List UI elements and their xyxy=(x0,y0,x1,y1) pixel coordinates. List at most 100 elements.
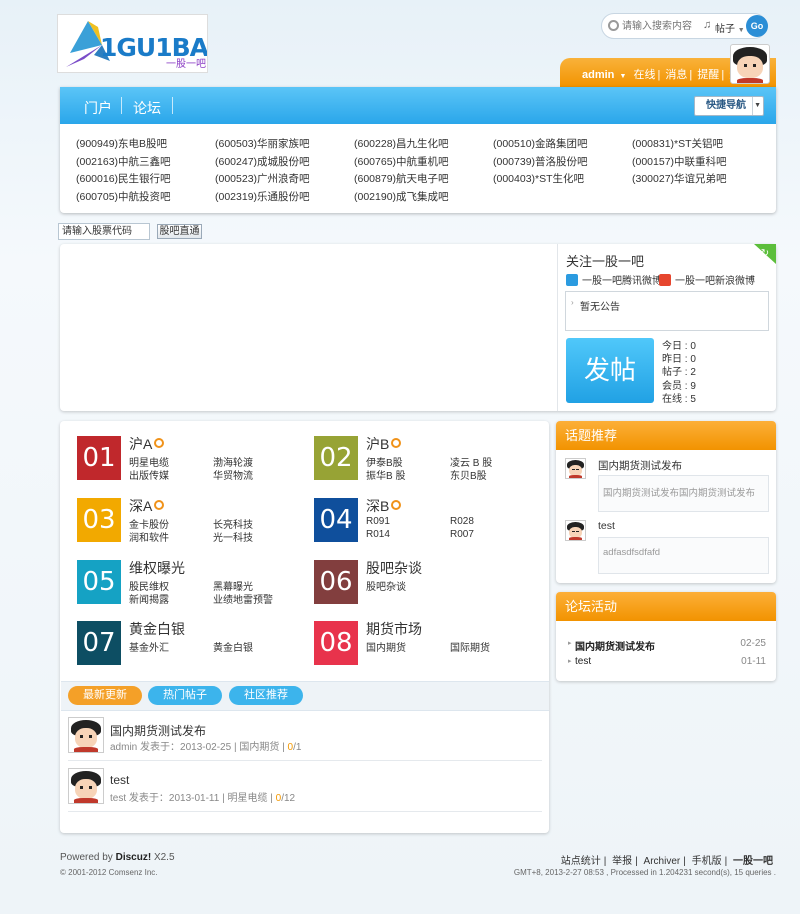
subforum-link[interactable]: 国际期货 xyxy=(450,639,490,654)
stock-bar-link[interactable]: (900949)东电B股吧 xyxy=(76,136,167,151)
forum-name-link[interactable]: 深A xyxy=(129,496,165,516)
user-avatar[interactable] xyxy=(730,44,770,84)
subforum-link[interactable]: 股吧杂谈 xyxy=(366,578,406,593)
forum-name-link[interactable]: 黄金白银 xyxy=(129,619,185,639)
stock-bar-link[interactable]: (600879)航天电子吧 xyxy=(354,171,449,186)
search-go-button[interactable]: Go xyxy=(746,15,768,37)
topic-avatar[interactable] xyxy=(565,520,586,541)
stock-bar-link[interactable]: (600247)成城股份吧 xyxy=(215,154,310,169)
stock-bar-link[interactable]: (300027)华谊兄弟吧 xyxy=(632,171,727,186)
forum-number-tile[interactable]: 07 xyxy=(77,621,121,665)
forum-number-tile[interactable]: 03 xyxy=(77,498,121,542)
feed-avatar[interactable] xyxy=(68,768,104,804)
forum-number-tile[interactable]: 06 xyxy=(314,560,358,604)
tencent-weibo-link[interactable]: 一股一吧腾讯微博 xyxy=(566,272,662,287)
subforum-link[interactable]: 华贸物流 xyxy=(213,467,253,482)
subforum-link[interactable]: 新闻揭露 xyxy=(129,591,169,606)
footer-link-report[interactable]: 举报 xyxy=(612,856,632,867)
stock-bar-link[interactable]: (002190)成飞集成吧 xyxy=(354,189,449,204)
search-key-icon[interactable] xyxy=(391,438,402,448)
logo-subtitle: 一股一吧 xyxy=(166,59,206,70)
stock-bar-link[interactable]: (002163)中航三鑫吧 xyxy=(76,154,171,169)
subforum-link[interactable]: R007 xyxy=(450,529,474,540)
activity-title[interactable]: test xyxy=(575,656,591,667)
stock-bar-link[interactable]: (000523)广州浪奇吧 xyxy=(215,171,310,186)
tab-hot[interactable]: 热门帖子 xyxy=(148,686,222,705)
stock-bar-link[interactable]: (000831)*ST关铝吧 xyxy=(632,136,723,151)
topic-title-link[interactable]: test xyxy=(598,520,615,532)
forum-name-link[interactable]: 沪A xyxy=(129,434,165,454)
stock-bar-link[interactable]: (600228)昌九生化吧 xyxy=(354,136,449,151)
stock-direct-button[interactable]: 股吧直通 xyxy=(157,224,202,239)
subforum-link[interactable]: 润和软件 xyxy=(129,529,169,544)
stock-bar-link[interactable]: (000510)金路集团吧 xyxy=(493,136,588,151)
subforum-link[interactable]: 出版传媒 xyxy=(129,467,169,482)
feed-forum[interactable]: 明星电缆 xyxy=(227,793,267,804)
subforum-link[interactable]: 振华B 股 xyxy=(366,467,405,482)
feed-title-link[interactable]: 国内期货测试发布 xyxy=(110,722,206,739)
footer-link-stats[interactable]: 站点统计 xyxy=(561,856,601,867)
feed-avatar[interactable] xyxy=(68,717,104,753)
stock-bar-link[interactable]: (002319)乐通股份吧 xyxy=(215,189,310,204)
subforum-link[interactable]: 业绩地雷预警 xyxy=(213,591,273,606)
footer-link-archiver[interactable]: Archiver xyxy=(644,856,681,867)
search-key-icon[interactable] xyxy=(154,500,165,510)
footer-link-site[interactable]: 一股一吧 xyxy=(733,856,773,867)
footer-link-mobile[interactable]: 手机版 xyxy=(692,856,722,867)
forum-number-tile[interactable]: 08 xyxy=(314,621,358,665)
subforum-link[interactable]: 国内期货 xyxy=(366,639,406,654)
stock-bar-link[interactable]: (600705)中航投资吧 xyxy=(76,189,171,204)
new-post-button[interactable]: 发帖 xyxy=(566,338,654,403)
subforum-link[interactable]: R028 xyxy=(450,516,474,527)
activity-title[interactable]: 国内期货测试发布 xyxy=(575,638,655,653)
forum-name-link[interactable]: 深B xyxy=(366,496,402,516)
forum-name: 深A xyxy=(129,498,153,514)
product-link[interactable]: Discuz! xyxy=(116,852,152,863)
forum-number-tile[interactable]: 02 xyxy=(314,436,358,480)
stock-bar-link[interactable]: (000403)*ST生化吧 xyxy=(493,171,584,186)
stock-bar-link[interactable]: (600503)华丽家族吧 xyxy=(215,136,310,151)
subforum-link[interactable]: R091 xyxy=(366,516,390,527)
panel-divider xyxy=(557,244,558,411)
search-key-icon[interactable] xyxy=(391,500,402,510)
arrow-right-icon: › xyxy=(571,298,574,307)
stock-bar-link[interactable]: (000739)普洛股份吧 xyxy=(493,154,588,169)
quick-nav-button[interactable]: 快捷导航 ▼ xyxy=(694,96,764,116)
subforum-link[interactable]: 东贝B股 xyxy=(450,467,487,482)
forum-name-link[interactable]: 维权曝光 xyxy=(129,558,185,578)
feed-title-link[interactable]: test xyxy=(110,773,129,787)
stock-bar-link[interactable]: (600765)中航重机吧 xyxy=(354,154,449,169)
tab-recommended[interactable]: 社区推荐 xyxy=(229,686,303,705)
search-input[interactable] xyxy=(622,19,698,34)
forum-number-tile[interactable]: 04 xyxy=(314,498,358,542)
tab-latest[interactable]: 最新更新 xyxy=(68,686,142,705)
stock-bar-link[interactable]: (600016)民生银行吧 xyxy=(76,171,171,186)
forum-number-tile[interactable]: 05 xyxy=(77,560,121,604)
microphone-icon[interactable]: ♫ xyxy=(703,19,711,31)
forum-name-link[interactable]: 股吧杂谈 xyxy=(366,558,422,578)
subforum-link[interactable]: 基金外汇 xyxy=(129,639,169,654)
topic-title-link[interactable]: 国内期货测试发布 xyxy=(598,458,682,473)
forum-name-link[interactable]: 期货市场 xyxy=(366,619,422,639)
search-type-select[interactable]: 帖子 ▼ xyxy=(715,20,745,35)
username-link[interactable]: admin xyxy=(582,69,614,81)
feed-author[interactable]: test xyxy=(110,793,126,804)
tab-forum[interactable]: 论坛 xyxy=(133,98,161,118)
topic-avatar[interactable] xyxy=(565,458,586,479)
stock-bar-link[interactable]: (000157)中联重科吧 xyxy=(632,154,727,169)
subforum-link[interactable]: 黄金白银 xyxy=(213,639,253,654)
forum-name-link[interactable]: 沪B xyxy=(366,434,402,454)
tab-portal[interactable]: 门户 xyxy=(84,98,112,118)
notifications-link[interactable]: 提醒 xyxy=(697,69,719,81)
feed-author[interactable]: admin xyxy=(110,742,137,753)
feed-forum[interactable]: 国内期货 xyxy=(239,742,279,753)
messages-link[interactable]: 消息 xyxy=(665,69,687,81)
forum-number-tile[interactable]: 01 xyxy=(77,436,121,480)
search-key-icon[interactable] xyxy=(154,438,165,448)
online-status[interactable]: 在线 xyxy=(633,69,655,81)
subforum-link[interactable]: R014 xyxy=(366,529,390,540)
stock-code-input[interactable]: 请输入股票代码 xyxy=(58,223,150,240)
site-logo[interactable]: 1GU1BA 一股一吧 xyxy=(57,14,208,73)
sina-weibo-link[interactable]: 一股一吧新浪微博 xyxy=(659,272,755,287)
subforum-link[interactable]: 光一科技 xyxy=(213,529,253,544)
